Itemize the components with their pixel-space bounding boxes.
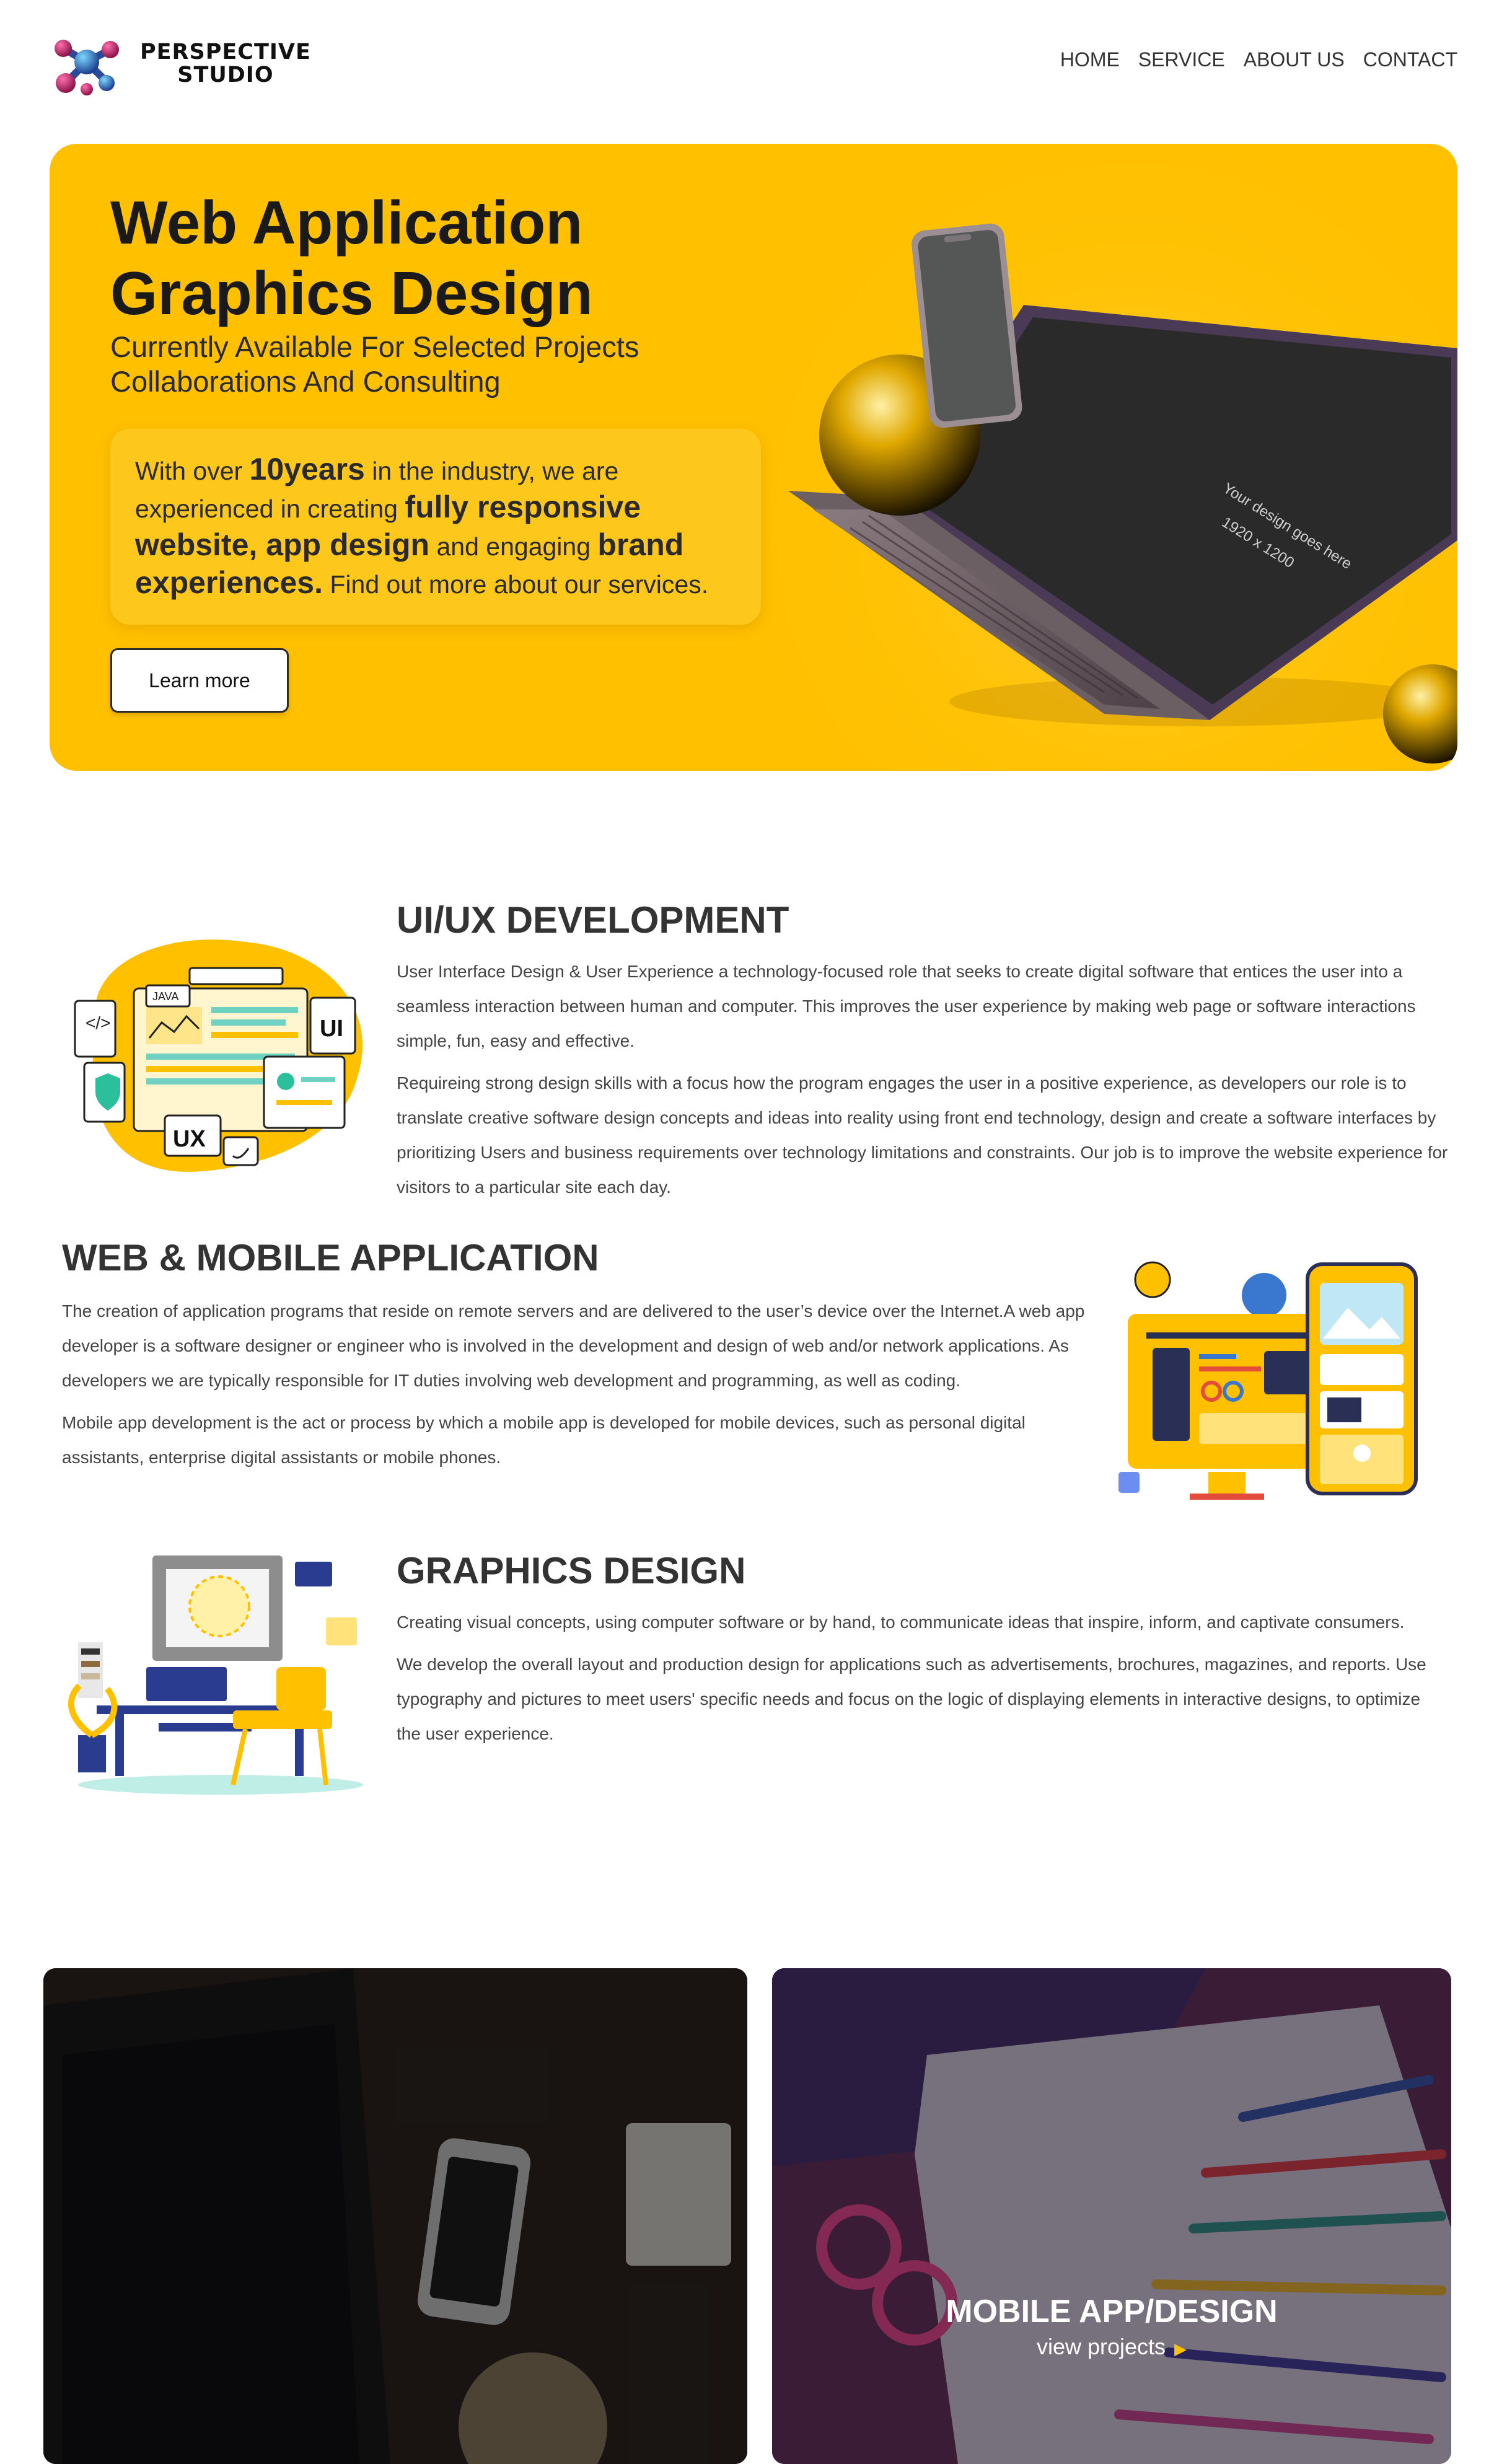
art-supplies-photo (772, 1968, 1451, 2464)
webmobile-paragraph-1: The creation of application programs tha… (62, 1301, 1085, 1390)
play-arrow-icon: ▶ (1174, 2339, 1187, 2358)
gold-sphere-right (1383, 664, 1457, 763)
nav-service[interactable]: SERVICE (1138, 48, 1225, 71)
nav-home[interactable]: HOME (1060, 48, 1120, 71)
portfolio-card-mobile[interactable]: MOBILE APP/DESIGN view projects ▶ (772, 1968, 1451, 2464)
nav-about-us[interactable]: ABOUT US (1244, 48, 1345, 71)
ui-label: UI (320, 1016, 343, 1042)
brand-line-2: STUDIO (177, 63, 274, 87)
uiux-title: UI/UX DEVELOPMENT (397, 899, 789, 941)
graphics-title: GRAPHICS DESIGN (397, 1550, 746, 1591)
brand-logo[interactable]: PERSPECTIVE STUDIO (50, 30, 335, 99)
ux-label: UX (173, 1126, 206, 1152)
view-projects-label: view projects (1036, 2334, 1166, 2359)
brand-line-1: PERSPECTIVE (140, 40, 311, 64)
uiux-body: User Interface Design & User Experience … (397, 954, 1450, 1212)
hero-subtitle-line-2: Collaborations And Consulting (110, 365, 501, 398)
graphics-paragraph-2: We develop the overall layout and produc… (397, 1655, 1426, 1743)
molecule-logo-icon (55, 40, 119, 95)
graphics-design-illustration (68, 1555, 363, 1795)
hero-card-text-3: and engaging (429, 532, 598, 561)
svg-text:</>: </> (86, 1013, 110, 1032)
nav-contact[interactable]: CONTACT (1363, 48, 1457, 71)
hero-subtitle-line-1: Currently Available For Selected Project… (110, 330, 639, 363)
hero-title-line-2: Graphics Design (110, 259, 593, 327)
uiux-illustration: </> JAVA UI UX (74, 939, 362, 1172)
graphics-body: Creating visual concepts, using computer… (397, 1605, 1438, 1759)
main-nav: HOME SERVICE ABOUT US CONTACT (1060, 48, 1457, 71)
webmobile-title: WEB & MOBILE APPLICATION (62, 1237, 599, 1278)
hero-banner: Web Application Graphics Design Currentl… (50, 144, 1457, 771)
hero-card-text-4: Find out more about our services. (322, 570, 709, 599)
mobile-card-title: MOBILE APP/DESIGN (946, 2294, 1278, 2330)
graphics-paragraph-1: Creating visual concepts, using computer… (397, 1613, 1405, 1632)
webmobile-paragraph-2: Mobile app development is the act or pro… (62, 1413, 1026, 1467)
site-header: PERSPECTIVE STUDIO HOME SERVICE ABOUT US… (0, 0, 1507, 124)
java-label: JAVA (152, 990, 178, 1003)
device-mockup-illustration: Your design goes here 1920 x 1200 (788, 223, 1457, 763)
hero-title-line-1: Web Application (110, 188, 583, 257)
hero-subtitle: Currently Available For Selected Project… (110, 330, 639, 399)
uiux-paragraph-1: User Interface Design & User Experience … (397, 962, 1416, 1050)
hero-card-bold-1: 10years (249, 452, 365, 486)
brand-name: PERSPECTIVE STUDIO (140, 41, 311, 87)
webmobile-body: The creation of application programs tha… (62, 1294, 1103, 1482)
hero-card-text-1: With over (135, 457, 250, 485)
uiux-paragraph-2: Requireing strong design skills with a f… (397, 1073, 1448, 1197)
view-projects-link[interactable]: view projects ▶ (772, 2334, 1451, 2360)
learn-more-button[interactable]: Learn more (110, 648, 289, 713)
portfolio-card-web[interactable] (43, 1968, 747, 2464)
hero-title: Web Application Graphics Design (110, 187, 593, 328)
hero-intro-card: With over 10years in the industry, we ar… (110, 429, 761, 625)
web-mobile-illustration (1118, 1261, 1418, 1500)
laptop-desk-photo (43, 1968, 747, 2464)
